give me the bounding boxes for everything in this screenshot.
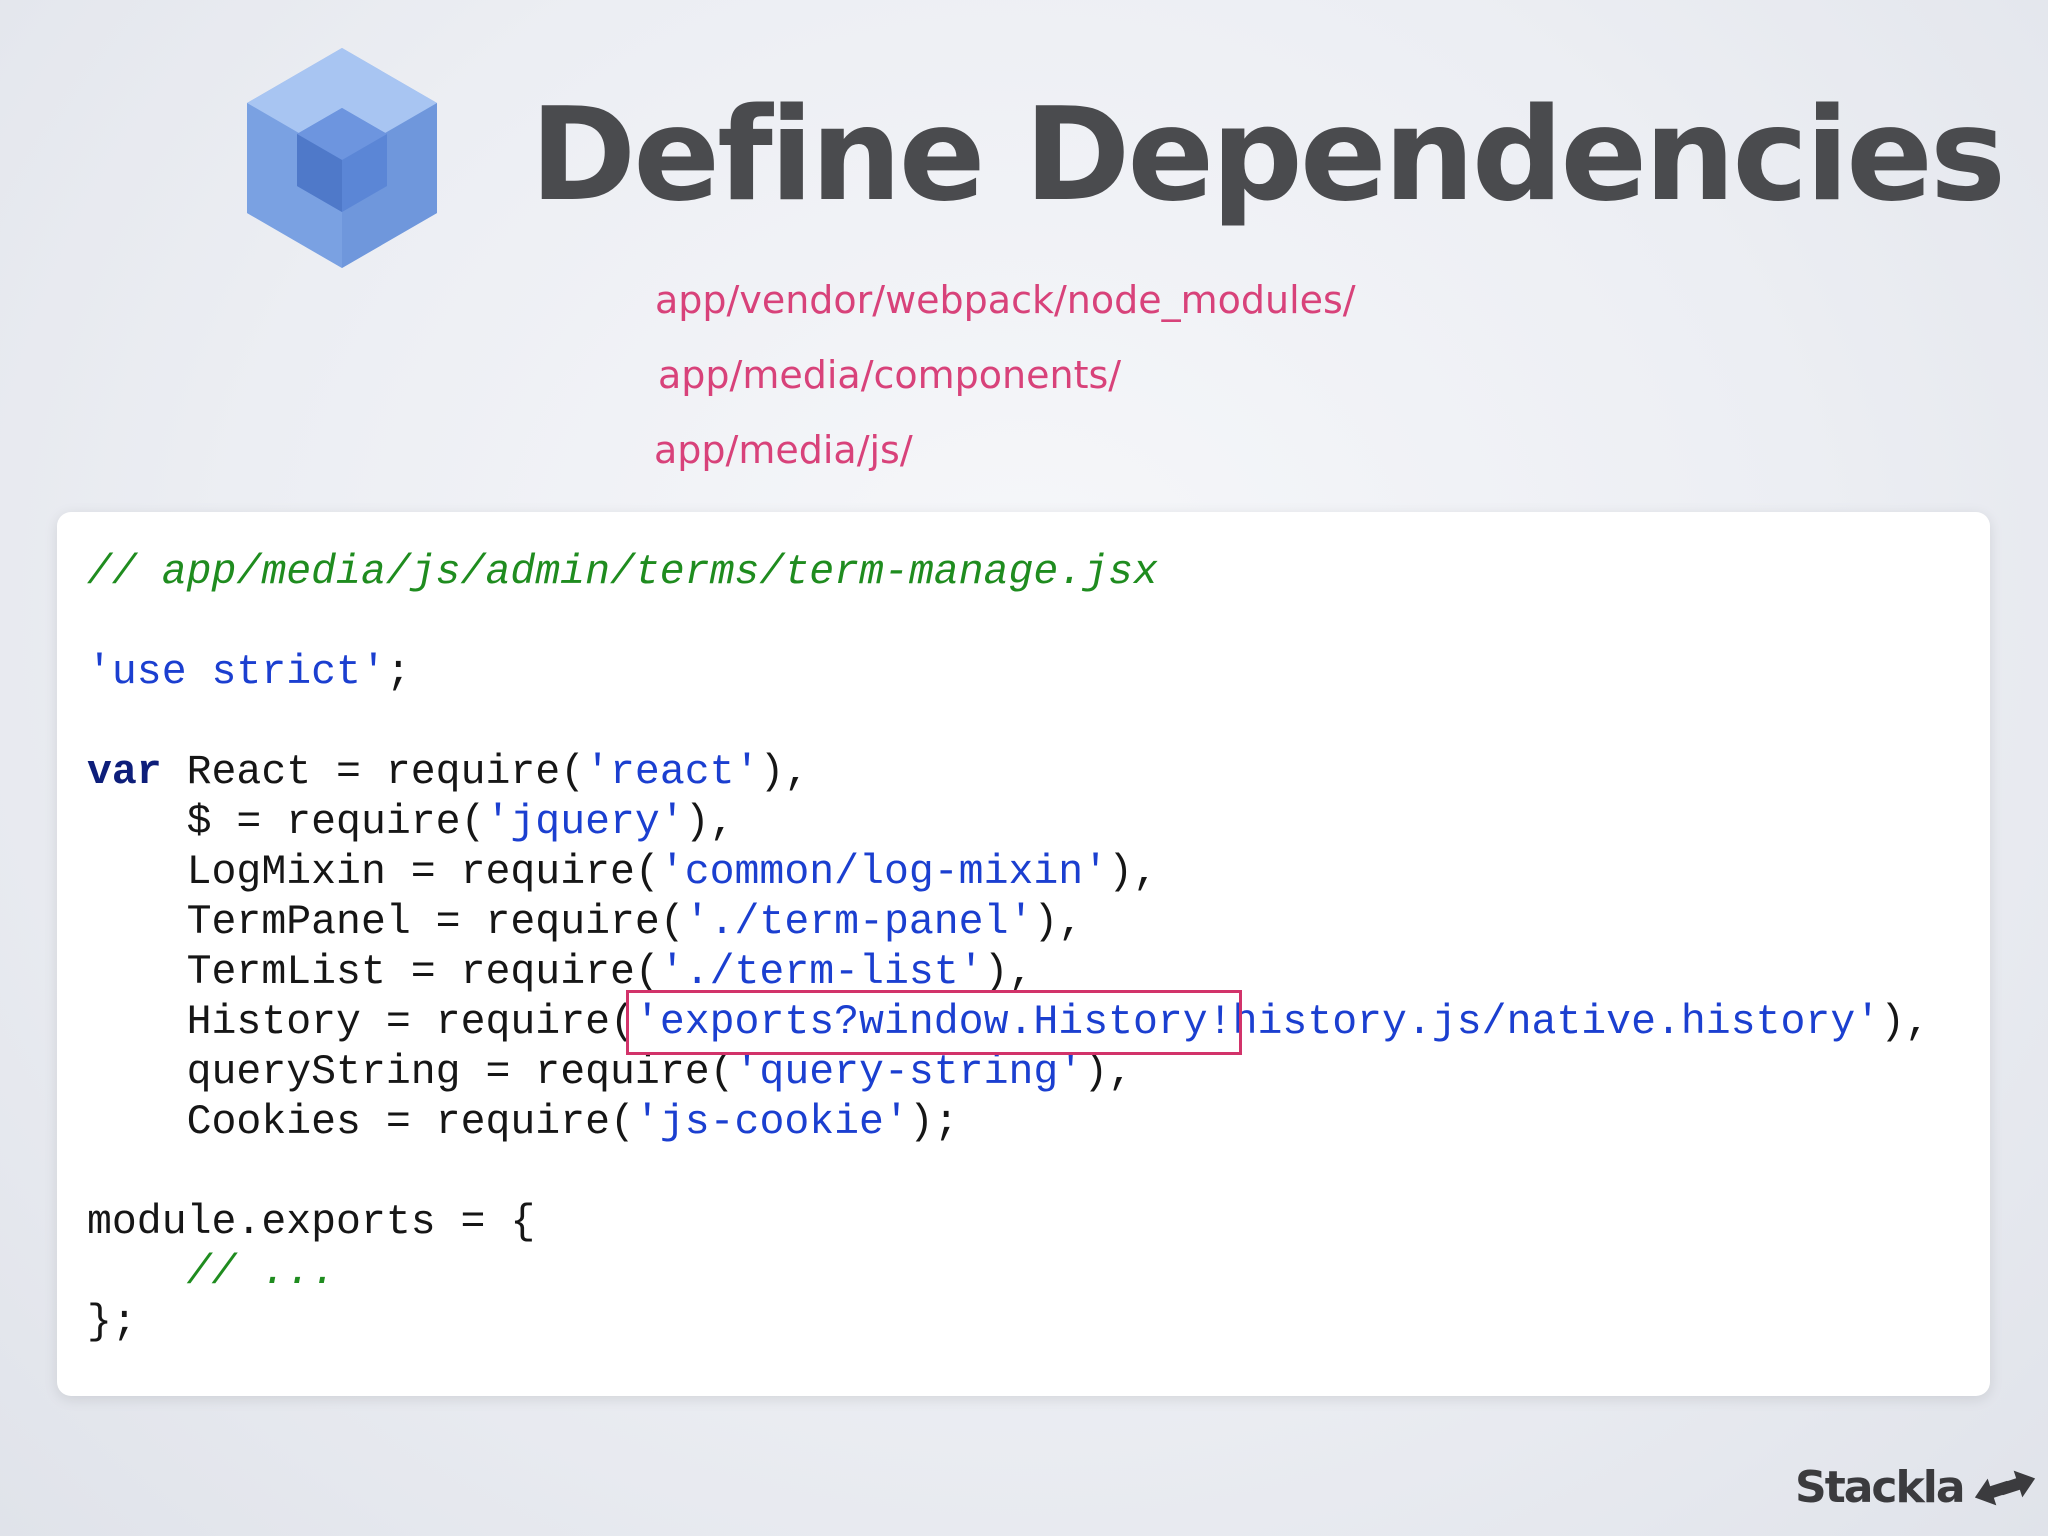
code-line-file-comment: // app/media/js/admin/terms/term-manage.… [87, 549, 1158, 596]
code-line-exports-close: }; [87, 1299, 137, 1346]
dependency-paths: app/vendor/webpack/node_modules/ app/med… [654, 270, 1356, 495]
code-line-require-react: var React = require('react'), [87, 749, 810, 796]
code-line-require-query-string: queryString = require('query-string'), [186, 1049, 1134, 1096]
highlighted-loader-prefix: 'exports?window.History! [625, 990, 1242, 1055]
stackla-brand: Stackla [1795, 1462, 2040, 1513]
path-media-js: app/media/js/ [654, 428, 913, 472]
brand-name: Stackla [1795, 1462, 1966, 1513]
code-line-require-history: History = require('exports?window.Histor… [186, 990, 1930, 1055]
code-line-require-jquery: $ = require('jquery'), [186, 799, 735, 846]
code-line-require-log-mixin: LogMixin = require('common/log-mixin'), [186, 849, 1158, 896]
path-media-components: app/media/components/ [658, 353, 1122, 397]
cube-logo-icon [247, 48, 437, 268]
page-title: Define Dependencies [530, 81, 2006, 230]
code-listing: // app/media/js/admin/terms/term-manage.… [87, 548, 1930, 1348]
code-block: // app/media/js/admin/terms/term-manage.… [57, 512, 1990, 1396]
code-line-use-strict: 'use strict'; [87, 649, 411, 696]
code-line-exports-comment: // ... [87, 1249, 337, 1296]
code-line-require-term-list: TermList = require('./term-list'), [186, 949, 1034, 996]
path-vendor-node-modules: app/vendor/webpack/node_modules/ [655, 278, 1356, 322]
stackla-arrows-icon [1974, 1470, 2035, 1505]
code-line-require-js-cookie: Cookies = require('js-cookie'); [186, 1099, 959, 1146]
code-line-require-term-panel: TermPanel = require('./term-panel'), [186, 899, 1084, 946]
code-line-exports-open: module.exports = { [87, 1199, 536, 1246]
